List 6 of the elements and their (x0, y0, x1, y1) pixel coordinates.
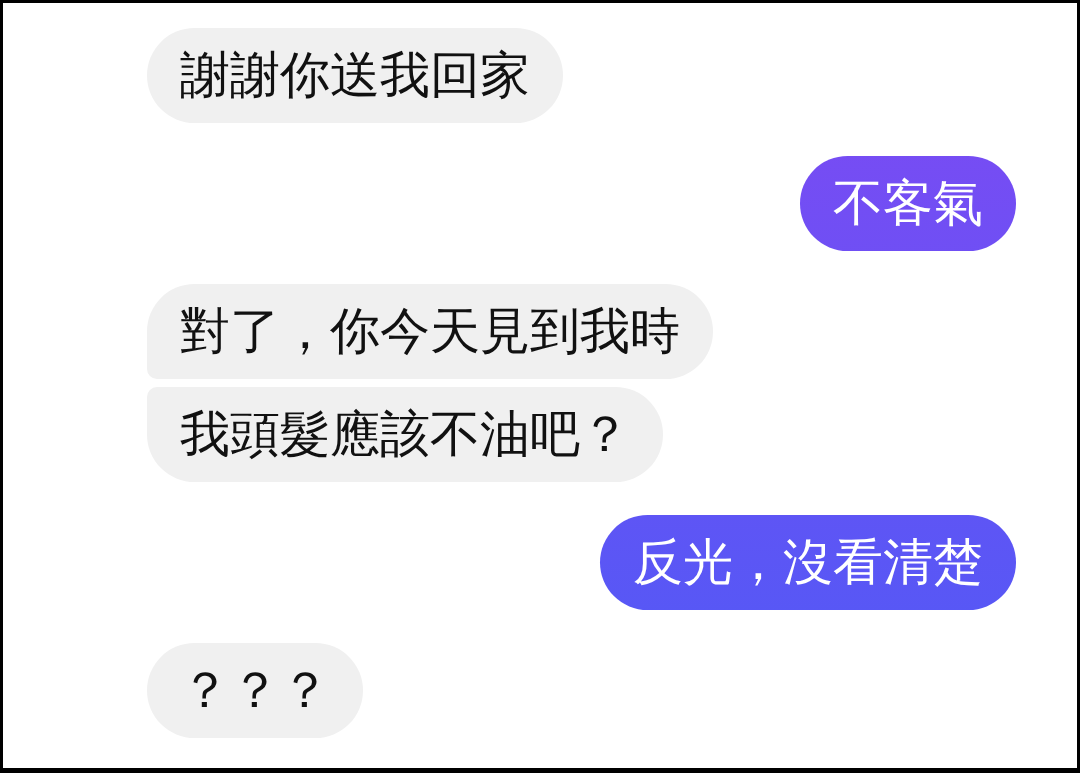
message-bubble: 對了，你今天見到我時 (147, 284, 713, 379)
message-bubble: ？？？ (147, 643, 363, 738)
message-bubble: 不客氣 (800, 156, 1016, 251)
message-bubble: 謝謝你送我回家 (147, 28, 563, 123)
message-bubble: 反光，沒看清楚 (600, 515, 1016, 610)
message-bubble: 我頭髮應該不油吧？ (147, 387, 663, 482)
